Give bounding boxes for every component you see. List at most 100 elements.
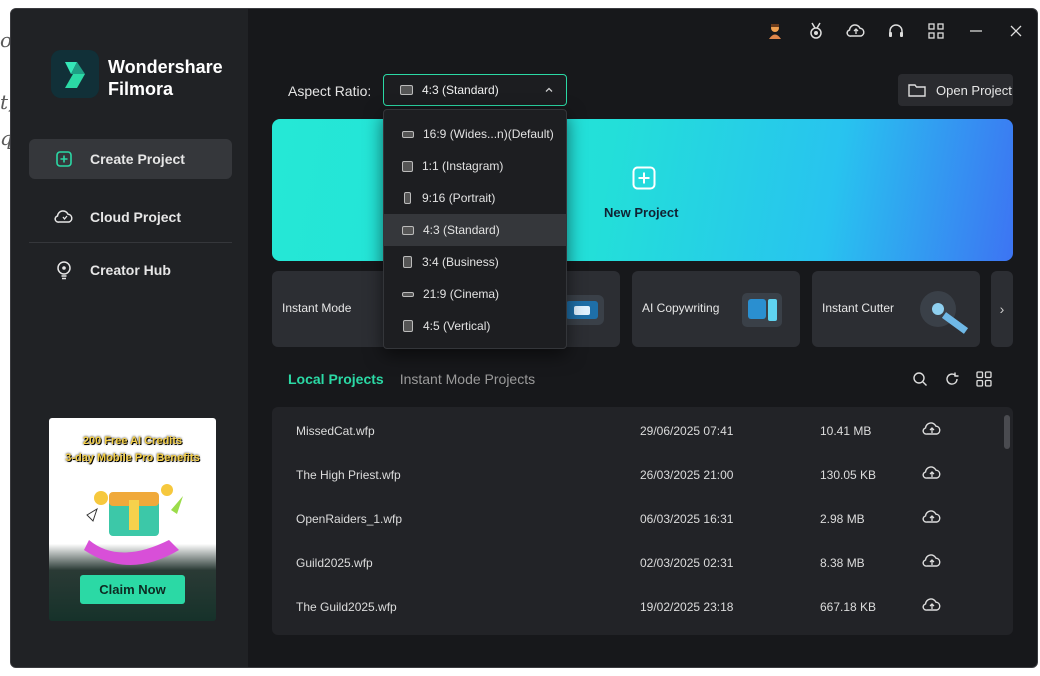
- sidebar-item-create-project[interactable]: Create Project: [29, 139, 232, 179]
- cloud-upload-icon[interactable]: [922, 465, 942, 484]
- ai-device-illustration: [742, 293, 782, 327]
- table-row[interactable]: The Guild2025.wfp 19/02/2025 23:18 667.1…: [272, 585, 1002, 629]
- project-list-scrollbar[interactable]: [1004, 415, 1010, 449]
- promo-title-line-2: 3-day Mobile Pro Benefits: [65, 452, 200, 464]
- grid-icon[interactable]: [926, 21, 946, 41]
- project-list: MissedCat.wfp 29/06/2025 07:41 10.41 MB …: [272, 407, 1013, 635]
- option-label: 4:5 (Vertical): [423, 319, 491, 333]
- option-label: 4:3 (Standard): [423, 223, 500, 237]
- ratio-1-1-icon: [402, 160, 413, 172]
- option-label: 16:9 (Wides...n)(Default): [423, 127, 554, 141]
- open-project-button[interactable]: Open Project: [898, 74, 1013, 106]
- tool-label: Instant Mode: [282, 301, 352, 315]
- chevron-up-icon: [544, 84, 554, 98]
- tools-next-button[interactable]: ›: [991, 271, 1013, 347]
- brand-line-2: Filmora: [108, 79, 174, 99]
- aspect-ratio-select[interactable]: 4:3 (Standard): [383, 74, 567, 106]
- project-size: 130.05 KB: [820, 468, 877, 482]
- aspect-option-16-9[interactable]: 16:9 (Wides...n)(Default): [384, 118, 566, 150]
- tool-label: Instant Cutter: [822, 301, 895, 315]
- project-name: OpenRaiders_1.wfp: [296, 512, 403, 526]
- ratio-16-9-icon: [402, 130, 414, 138]
- brand-name: Wondershare Filmora: [108, 56, 223, 100]
- sidebar-divider: [29, 242, 232, 243]
- aspect-option-3-4[interactable]: 3:4 (Business): [384, 246, 566, 278]
- project-name: The Guild2025.wfp: [296, 600, 397, 614]
- folder-icon: [908, 83, 926, 97]
- table-row[interactable]: Guild2025.wfp 02/03/2025 02:31 8.38 MB: [272, 541, 1002, 585]
- ratio-4-3-icon: [400, 85, 413, 95]
- project-date: 02/03/2025 02:31: [640, 556, 734, 570]
- aspect-ratio-dropdown: 16:9 (Wides...n)(Default) 1:1 (Instagram…: [383, 109, 567, 349]
- plus-square-icon: [53, 148, 75, 170]
- search-icon[interactable]: [910, 369, 930, 389]
- minimize-icon[interactable]: [966, 21, 986, 41]
- claim-now-button[interactable]: Claim Now: [80, 575, 185, 604]
- close-icon[interactable]: [1006, 21, 1026, 41]
- grid-view-icon[interactable]: [974, 369, 994, 389]
- project-name: MissedCat.wfp: [296, 424, 375, 438]
- project-size: 10.41 MB: [820, 424, 872, 438]
- option-label: 3:4 (Business): [422, 255, 499, 269]
- project-size: 2.98 MB: [820, 512, 865, 526]
- project-name: The High Priest.wfp: [296, 468, 401, 482]
- app-window: Wondershare Filmora Create Project Cloud…: [10, 8, 1038, 668]
- project-date: 06/03/2025 16:31: [640, 512, 734, 526]
- cloud-icon: [53, 206, 75, 228]
- cloud-upload-icon[interactable]: [846, 21, 866, 41]
- aspect-ratio-value: 4:3 (Standard): [422, 83, 499, 97]
- project-name: Guild2025.wfp: [296, 556, 373, 570]
- aspect-ratio-label: Aspect Ratio:: [288, 83, 372, 99]
- aspect-option-9-16[interactable]: 9:16 (Portrait): [384, 182, 566, 214]
- sidebar-item-label: Cloud Project: [90, 209, 182, 225]
- table-row[interactable]: The High Priest.wfp 26/03/2025 21:00 130…: [272, 453, 1002, 497]
- film-reel-illustration: [920, 291, 969, 334]
- cloud-upload-icon[interactable]: [922, 421, 942, 440]
- avatar-icon[interactable]: [765, 21, 785, 41]
- option-label: 1:1 (Instagram): [422, 159, 504, 173]
- table-row[interactable]: OpenRaiders_1.wfp 06/03/2025 16:31 2.98 …: [272, 497, 1002, 541]
- aspect-option-4-3[interactable]: 4:3 (Standard): [384, 214, 566, 246]
- aspect-option-4-5[interactable]: 4:5 (Vertical): [384, 310, 566, 342]
- ratio-3-4-icon: [403, 256, 412, 268]
- bulb-icon: [53, 259, 75, 281]
- open-project-label: Open Project: [936, 82, 1012, 98]
- cloud-upload-icon[interactable]: [922, 509, 942, 528]
- project-size: 8.38 MB: [820, 556, 865, 570]
- ratio-4-3-icon: [402, 225, 414, 235]
- aspect-option-21-9[interactable]: 21:9 (Cinema): [384, 278, 566, 310]
- option-label: 21:9 (Cinema): [423, 287, 500, 301]
- plus-square-icon: [632, 166, 656, 190]
- promo-title-line-1: 200 Free AI Credits: [82, 435, 183, 447]
- sidebar-item-label: Creator Hub: [90, 262, 171, 278]
- project-date: 26/03/2025 21:00: [640, 468, 734, 482]
- aspect-option-1-1[interactable]: 1:1 (Instagram): [384, 150, 566, 182]
- promo-banner[interactable]: 200 Free AI Credits 3-day Mobile Pro Ben…: [49, 418, 216, 621]
- ai-copywriting-card[interactable]: AI Copywriting: [632, 271, 800, 347]
- project-size: 667.18 KB: [820, 600, 877, 614]
- treasure-chest-illustration: [84, 484, 183, 565]
- ratio-9-16-icon: [404, 192, 411, 204]
- new-project-label: New Project: [604, 205, 679, 220]
- ratio-21-9-icon: [402, 291, 414, 297]
- table-row[interactable]: MissedCat.wfp 29/06/2025 07:41 10.41 MB: [272, 409, 1002, 453]
- medal-icon[interactable]: [806, 21, 826, 41]
- tab-local-projects[interactable]: Local Projects: [288, 371, 384, 387]
- project-date: 19/02/2025 23:18: [640, 600, 734, 614]
- headset-icon[interactable]: [886, 21, 906, 41]
- refresh-icon[interactable]: [942, 369, 962, 389]
- cloud-upload-icon[interactable]: [922, 553, 942, 572]
- sidebar-item-creator-hub[interactable]: Creator Hub: [29, 250, 232, 290]
- filmora-logo: [51, 50, 99, 98]
- tab-instant-mode-projects[interactable]: Instant Mode Projects: [400, 371, 535, 387]
- cloud-upload-icon[interactable]: [922, 597, 942, 616]
- project-date: 29/06/2025 07:41: [640, 424, 734, 438]
- sidebar-item-cloud-project[interactable]: Cloud Project: [29, 197, 232, 237]
- sidebar-item-label: Create Project: [90, 151, 185, 167]
- instant-cutter-card[interactable]: Instant Cutter: [812, 271, 980, 347]
- option-label: 9:16 (Portrait): [422, 191, 496, 205]
- project-tabs: Local Projects Instant Mode Projects: [288, 371, 535, 387]
- promo-title: 200 Free AI Credits 3-day Mobile Pro Ben…: [49, 433, 216, 467]
- sidebar: Wondershare Filmora Create Project Cloud…: [11, 9, 248, 667]
- ratio-4-5-icon: [403, 320, 413, 332]
